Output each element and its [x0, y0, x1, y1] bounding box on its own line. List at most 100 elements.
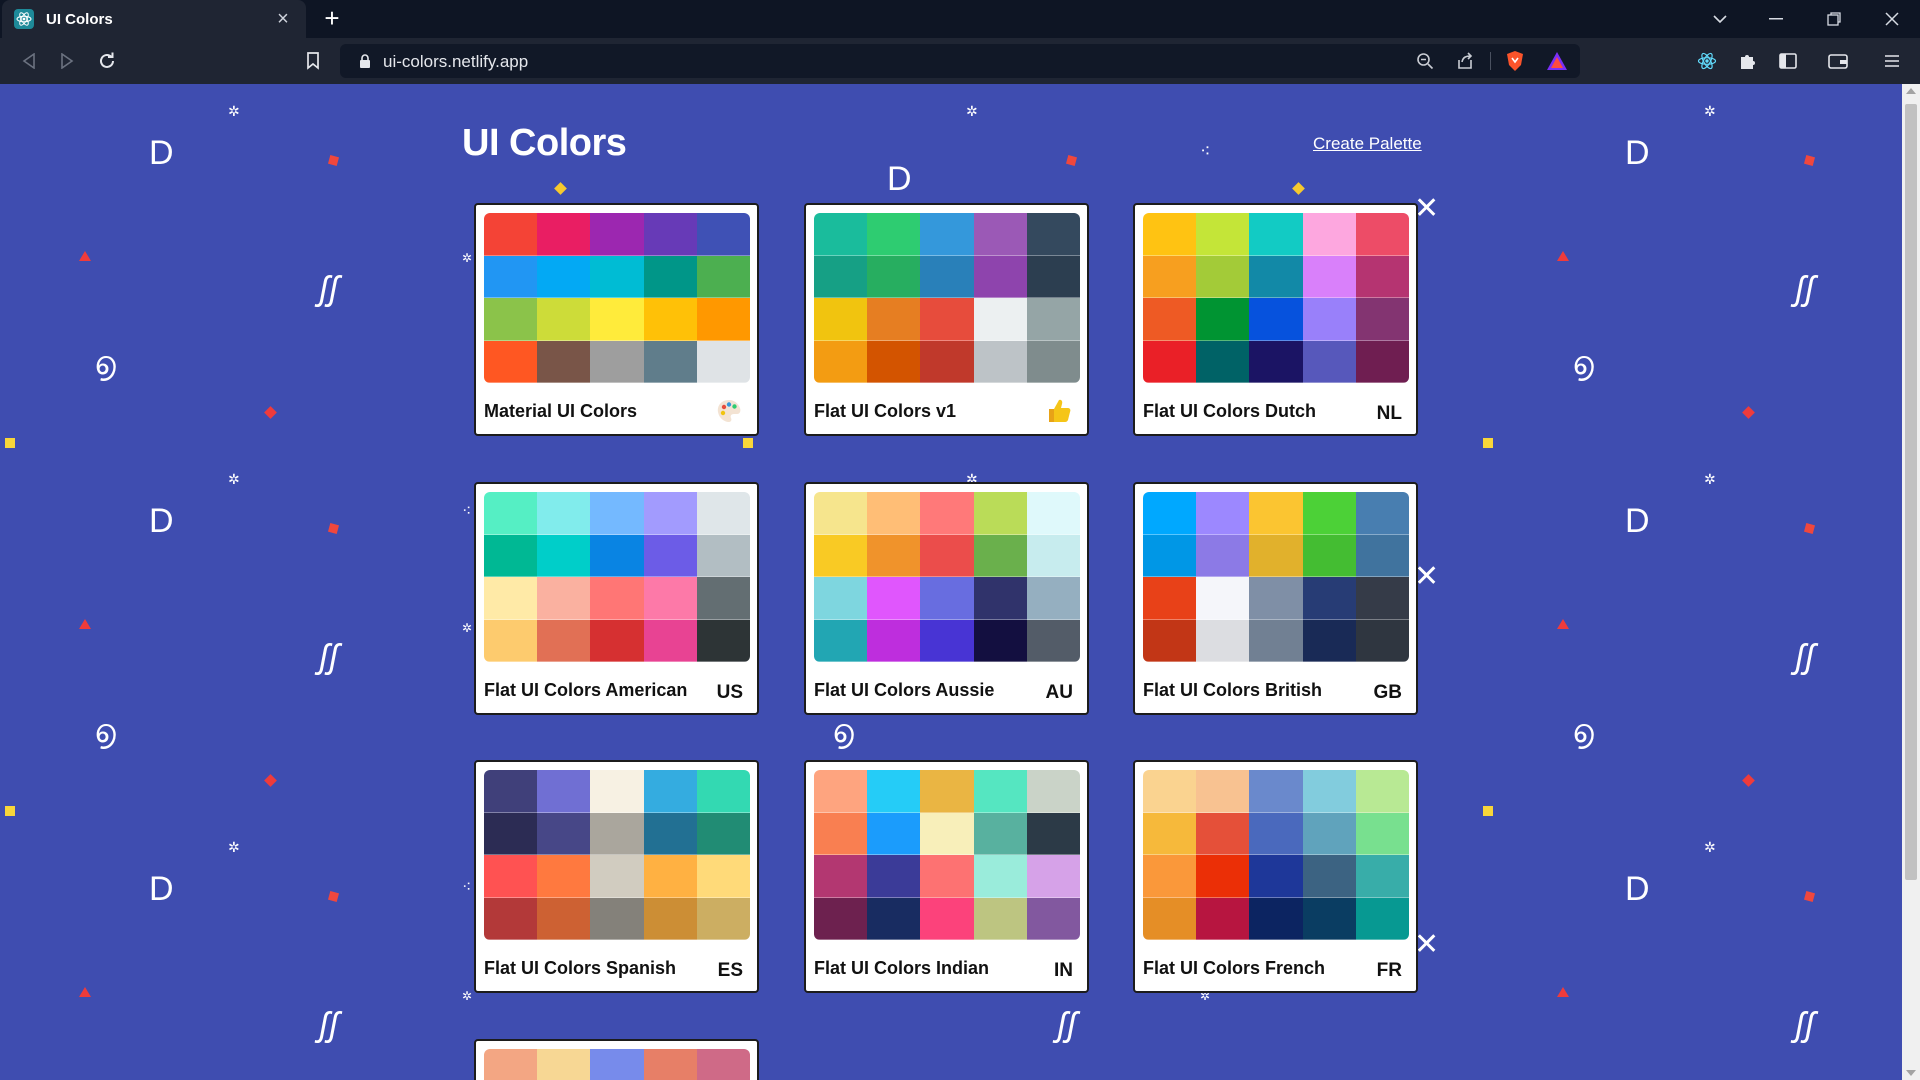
- color-swatch[interactable]: [484, 897, 538, 940]
- color-swatch[interactable]: [643, 534, 697, 577]
- color-swatch[interactable]: [1302, 213, 1356, 256]
- scroll-down-arrow-icon[interactable]: [1906, 1070, 1916, 1076]
- color-swatch[interactable]: [643, 897, 697, 940]
- color-swatch[interactable]: [590, 340, 644, 383]
- color-swatch[interactable]: [1196, 577, 1250, 620]
- color-swatch[interactable]: [696, 619, 750, 662]
- color-swatch[interactable]: [973, 770, 1027, 813]
- color-swatch[interactable]: [1026, 340, 1080, 383]
- color-swatch[interactable]: [590, 213, 644, 256]
- color-swatch[interactable]: [814, 534, 868, 577]
- wallet-icon[interactable]: [1823, 46, 1853, 76]
- close-window-icon[interactable]: [1864, 0, 1920, 38]
- color-swatch[interactable]: [1196, 340, 1250, 383]
- bookmark-icon[interactable]: [298, 46, 328, 76]
- color-swatch[interactable]: [590, 770, 644, 813]
- scrollbar-thumb[interactable]: [1905, 104, 1917, 880]
- color-swatch[interactable]: [537, 492, 591, 535]
- color-swatch[interactable]: [484, 577, 538, 620]
- color-swatch[interactable]: [643, 213, 697, 256]
- color-swatch[interactable]: [1249, 855, 1303, 898]
- color-swatch[interactable]: [814, 213, 868, 256]
- color-swatch[interactable]: [867, 213, 921, 256]
- color-swatch[interactable]: [1302, 770, 1356, 813]
- color-swatch[interactable]: [590, 492, 644, 535]
- color-swatch[interactable]: [1355, 492, 1409, 535]
- palette-card[interactable]: Flat UI Colors Indian IN: [804, 760, 1089, 993]
- address-bar[interactable]: ui-colors.netlify.app: [340, 44, 1580, 78]
- color-swatch[interactable]: [1143, 897, 1197, 940]
- color-swatch[interactable]: [537, 213, 591, 256]
- brave-rewards-icon[interactable]: [1544, 48, 1570, 74]
- palette-card[interactable]: Flat UI Colors British GB: [1133, 482, 1418, 715]
- color-swatch[interactable]: [1196, 855, 1250, 898]
- color-swatch[interactable]: [1143, 619, 1197, 662]
- color-swatch[interactable]: [1355, 770, 1409, 813]
- color-swatch[interactable]: [1302, 619, 1356, 662]
- palette-card[interactable]: Flat UI Colors v1: [804, 203, 1089, 436]
- color-swatch[interactable]: [1143, 534, 1197, 577]
- color-swatch[interactable]: [1355, 213, 1409, 256]
- site-logo[interactable]: UI Colors: [462, 122, 627, 165]
- color-swatch[interactable]: [484, 1049, 538, 1080]
- color-swatch[interactable]: [973, 534, 1027, 577]
- color-swatch[interactable]: [1196, 213, 1250, 256]
- color-swatch[interactable]: [1143, 812, 1197, 855]
- color-swatch[interactable]: [1302, 897, 1356, 940]
- browser-tab[interactable]: UI Colors ×: [2, 0, 306, 38]
- color-swatch[interactable]: [1355, 897, 1409, 940]
- color-swatch[interactable]: [973, 577, 1027, 620]
- color-swatch[interactable]: [643, 1049, 697, 1080]
- color-swatch[interactable]: [696, 577, 750, 620]
- zoom-icon[interactable]: [1412, 48, 1438, 74]
- color-swatch[interactable]: [1143, 340, 1197, 383]
- color-swatch[interactable]: [537, 897, 591, 940]
- color-swatch[interactable]: [814, 255, 868, 298]
- color-swatch[interactable]: [920, 255, 974, 298]
- color-swatch[interactable]: [1249, 897, 1303, 940]
- color-swatch[interactable]: [814, 298, 868, 341]
- color-swatch[interactable]: [1026, 577, 1080, 620]
- color-swatch[interactable]: [484, 298, 538, 341]
- color-swatch[interactable]: [814, 770, 868, 813]
- color-swatch[interactable]: [1196, 619, 1250, 662]
- color-swatch[interactable]: [1355, 534, 1409, 577]
- color-swatch[interactable]: [1143, 577, 1197, 620]
- palette-card[interactable]: Material UI Colors: [474, 203, 759, 436]
- color-swatch[interactable]: [814, 619, 868, 662]
- restore-icon[interactable]: [1806, 0, 1862, 38]
- color-swatch[interactable]: [1249, 619, 1303, 662]
- color-swatch[interactable]: [1196, 298, 1250, 341]
- palette-card[interactable]: Flat UI Colors Aussie AU: [804, 482, 1089, 715]
- color-swatch[interactable]: [867, 577, 921, 620]
- color-swatch[interactable]: [643, 298, 697, 341]
- color-swatch[interactable]: [1302, 492, 1356, 535]
- back-icon[interactable]: [14, 46, 44, 76]
- color-swatch[interactable]: [1143, 855, 1197, 898]
- color-swatch[interactable]: [920, 619, 974, 662]
- color-swatch[interactable]: [920, 812, 974, 855]
- color-swatch[interactable]: [1196, 812, 1250, 855]
- color-swatch[interactable]: [484, 770, 538, 813]
- color-swatch[interactable]: [1196, 770, 1250, 813]
- palette-card[interactable]: Flat UI Colors American US: [474, 482, 759, 715]
- color-swatch[interactable]: [920, 770, 974, 813]
- color-swatch[interactable]: [973, 812, 1027, 855]
- color-swatch[interactable]: [814, 812, 868, 855]
- lock-icon[interactable]: [352, 48, 378, 74]
- color-swatch[interactable]: [920, 855, 974, 898]
- color-swatch[interactable]: [1143, 770, 1197, 813]
- color-swatch[interactable]: [1026, 897, 1080, 940]
- color-swatch[interactable]: [537, 255, 591, 298]
- color-swatch[interactable]: [1355, 855, 1409, 898]
- color-swatch[interactable]: [696, 770, 750, 813]
- color-swatch[interactable]: [1143, 298, 1197, 341]
- color-swatch[interactable]: [1026, 534, 1080, 577]
- color-swatch[interactable]: [537, 770, 591, 813]
- color-swatch[interactable]: [696, 897, 750, 940]
- color-swatch[interactable]: [867, 492, 921, 535]
- color-swatch[interactable]: [696, 534, 750, 577]
- color-swatch[interactable]: [696, 298, 750, 341]
- color-swatch[interactable]: [814, 855, 868, 898]
- palette-card-partial[interactable]: [474, 1039, 759, 1080]
